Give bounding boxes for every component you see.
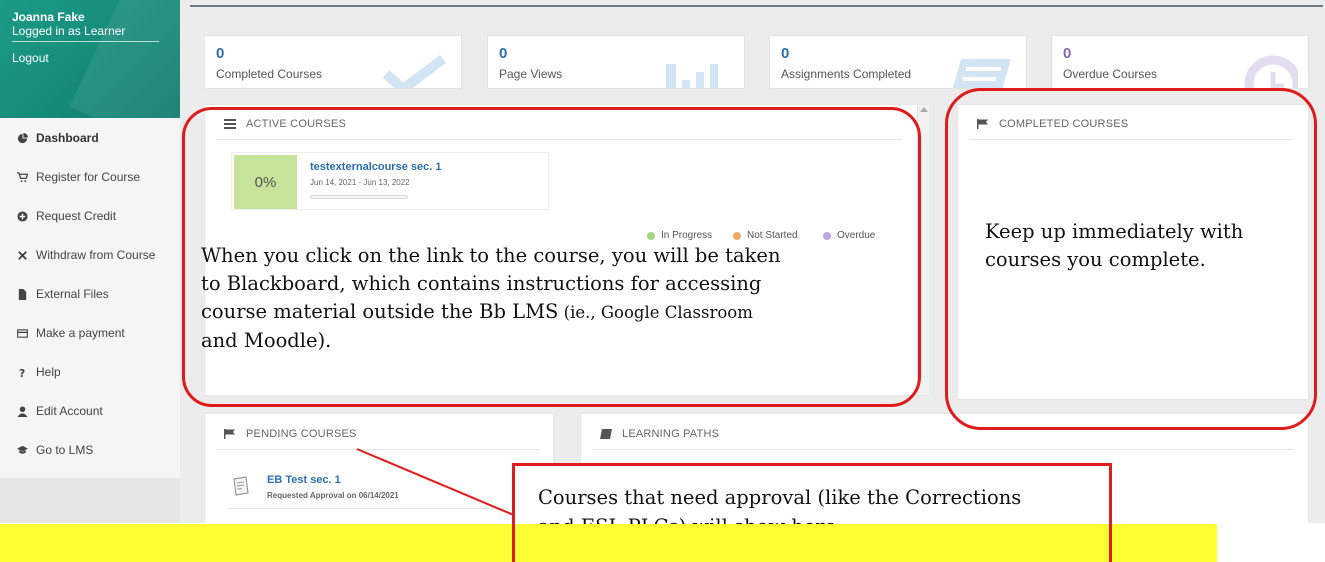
annotation-active-text: When you click on the link to the course… — [201, 244, 781, 352]
sidebar-item-dashboard[interactable]: Dashboard — [0, 123, 180, 153]
user-panel: Joanna Fake Logged in as Learner Logout — [0, 0, 180, 118]
sidebar-item-label: Help — [36, 365, 61, 379]
user-role: Logged in as Learner — [12, 24, 126, 38]
plus-circle-icon — [16, 210, 28, 222]
credit-card-icon — [16, 327, 28, 339]
stat-card-page-views: 0 Page Views — [487, 35, 745, 89]
x-icon — [16, 249, 28, 261]
user-icon — [16, 405, 28, 417]
sidebar-item-label: Go to LMS — [36, 443, 94, 457]
sidebar-item-payment[interactable]: Make a payment — [0, 318, 180, 348]
scroll-up-arrow[interactable] — [920, 107, 928, 112]
sidebar-item-label: Make a payment — [36, 326, 125, 340]
pending-course-link[interactable]: EB Test sec. 1 — [267, 474, 341, 486]
stat-value: 0 — [216, 45, 225, 62]
sidebar-item-external-files[interactable]: External Files — [0, 279, 180, 309]
cart-icon — [16, 171, 28, 183]
annotation-box-pending-edge — [512, 524, 1112, 562]
pending-course-icon — [233, 476, 249, 496]
stat-card-assignments: 0 Assignments Completed — [769, 35, 1027, 89]
learning-paths-title: LEARNING PATHS — [600, 428, 719, 440]
user-name: Joanna Fake — [12, 10, 85, 24]
divider — [592, 449, 1294, 450]
sidebar-item-label: Withdraw from Course — [36, 248, 156, 262]
sidebar-footer — [0, 478, 180, 523]
stat-label: Completed Courses — [216, 67, 323, 81]
stat-label: Assignments Completed — [781, 67, 912, 81]
doc-icon — [952, 59, 1011, 88]
question-icon: ? — [16, 366, 28, 378]
divider — [216, 449, 540, 450]
check-icon — [382, 55, 446, 88]
sidebar-item-label: Dashboard — [36, 131, 99, 145]
logout-link[interactable]: Logout — [12, 51, 49, 65]
sidebar-menu: Dashboard Register for Course Request Cr… — [0, 118, 180, 478]
sidebar-item-edit-account[interactable]: Edit Account — [0, 396, 180, 426]
pie-chart-icon — [16, 132, 28, 144]
clock-icon — [1244, 55, 1298, 88]
pending-course-status: Requested Approval on 06/14/2021 — [267, 491, 399, 500]
pending-courses-title: PENDING COURSES — [224, 428, 357, 440]
stat-label: Page Views — [499, 67, 563, 81]
divider — [229, 508, 509, 509]
annotation-completed-text: Keep up immediately with courses you com… — [985, 220, 1244, 271]
flag-icon — [224, 429, 235, 439]
sidebar-item-help[interactable]: ? Help — [0, 357, 180, 387]
divider — [12, 41, 159, 42]
file-icon — [16, 288, 28, 300]
sidebar-item-label: External Files — [36, 287, 109, 301]
stat-label: Overdue Courses — [1063, 67, 1158, 81]
sidebar-item-label: Edit Account — [36, 404, 103, 418]
sidebar-item-register[interactable]: Register for Course — [0, 162, 180, 192]
graduation-cap-icon — [16, 444, 28, 456]
stat-value: 0 — [499, 45, 508, 62]
svg-text:?: ? — [18, 367, 24, 378]
sidebar-item-label: Register for Course — [36, 170, 141, 184]
sidebar-item-go-to-lms[interactable]: Go to LMS — [0, 435, 180, 465]
stat-card-completed: 0 Completed Courses — [204, 35, 462, 89]
sidebar-item-withdraw[interactable]: Withdraw from Course — [0, 240, 180, 270]
book-icon — [600, 429, 612, 439]
sidebar-item-request-credit[interactable]: Request Credit — [0, 201, 180, 231]
bar-chart-icon — [666, 64, 718, 88]
stat-card-overdue: 0 Overdue Courses — [1051, 35, 1309, 89]
sidebar-item-label: Request Credit — [36, 209, 117, 223]
stat-value: 0 — [781, 45, 790, 62]
stat-value: 0 — [1063, 45, 1072, 62]
top-border — [190, 5, 1323, 7]
